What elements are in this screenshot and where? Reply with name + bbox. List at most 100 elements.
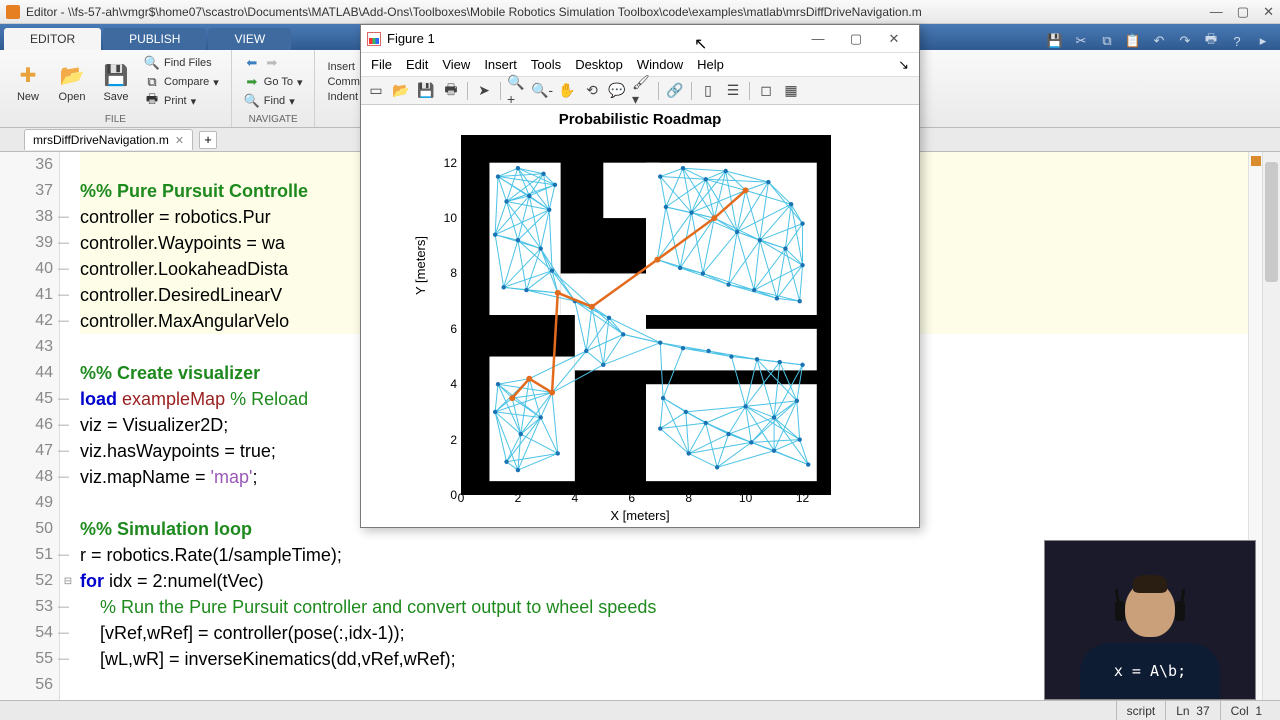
link-icon[interactable]: 🔗 bbox=[664, 80, 686, 102]
line-gutter: 3637383940414243444546474849505152535455… bbox=[0, 152, 60, 700]
colorbar-icon[interactable]: ▯ bbox=[697, 80, 719, 102]
cut-icon[interactable]: ✂ bbox=[1072, 32, 1090, 50]
figure-minimize-button[interactable]: — bbox=[799, 31, 837, 46]
pan-icon[interactable]: ✋ bbox=[556, 80, 578, 102]
legend-icon[interactable]: ☰ bbox=[722, 80, 744, 102]
group-label-navigate: NAVIGATE bbox=[240, 112, 307, 125]
status-bar: script Ln 37 Col 1 bbox=[0, 700, 1280, 720]
help-icon[interactable]: ? bbox=[1228, 32, 1246, 50]
save-button[interactable]: 💾Save bbox=[96, 59, 136, 105]
file-tab-active[interactable]: mrsDiffDriveNavigation.m ✕ bbox=[24, 129, 193, 150]
datatip-icon[interactable]: 💬 bbox=[606, 80, 628, 102]
group-label-file: FILE bbox=[8, 112, 223, 125]
scrollbar-thumb[interactable] bbox=[1265, 162, 1278, 282]
minimize-button[interactable]: — bbox=[1210, 4, 1223, 20]
find-files-icon: 🔍 bbox=[144, 55, 160, 71]
figure-icon bbox=[367, 32, 381, 46]
figure-menu-tools[interactable]: Tools bbox=[531, 57, 561, 72]
tab-editor[interactable]: EDITOR bbox=[4, 28, 101, 50]
file-tab-name: mrsDiffDriveNavigation.m bbox=[33, 133, 169, 147]
toolgroup-navigate: ⬅➡ ➡Go To▾ 🔍Find▾ NAVIGATE bbox=[232, 50, 316, 127]
open-button[interactable]: 📂Open bbox=[52, 59, 92, 105]
hide-tools-icon[interactable]: ◻ bbox=[755, 80, 777, 102]
figure-maximize-button[interactable]: ▢ bbox=[837, 31, 875, 47]
warning-indicator-icon[interactable] bbox=[1251, 156, 1261, 166]
undo-icon[interactable]: ↶ bbox=[1150, 32, 1168, 50]
presenter-head bbox=[1125, 581, 1175, 637]
figure-menu-edit[interactable]: Edit bbox=[406, 57, 428, 72]
more-icon[interactable]: ▸ bbox=[1254, 32, 1272, 50]
copy-icon[interactable]: ⧉ bbox=[1098, 32, 1116, 50]
figure-menu-window[interactable]: Window bbox=[637, 57, 683, 72]
figure-canvas: Probabilistic Roadmap Y [meters] X [mete… bbox=[361, 105, 919, 527]
open-folder-icon: 📂 bbox=[58, 61, 86, 89]
window-title: Editor - \\fs-57-ah\vmgr$\home07\scastro… bbox=[26, 5, 1210, 19]
figure-menu-insert[interactable]: Insert bbox=[484, 57, 517, 72]
figure-menu-help[interactable]: Help bbox=[697, 57, 724, 72]
new-button[interactable]: ✚New bbox=[8, 59, 48, 105]
figure-menu-file[interactable]: File bbox=[371, 57, 392, 72]
new-figure-icon[interactable]: ▭ bbox=[365, 80, 387, 102]
figure-dock-icon[interactable]: ↘ bbox=[898, 57, 909, 73]
y-tick: 6 bbox=[450, 322, 457, 336]
y-tick: 0 bbox=[450, 488, 457, 502]
save-figure-icon[interactable]: 💾 bbox=[415, 80, 437, 102]
new-file-icon: ✚ bbox=[14, 61, 42, 89]
compare-button[interactable]: ⧉Compare▾ bbox=[140, 73, 223, 91]
find-icon: 🔍 bbox=[244, 93, 260, 109]
figure-window: Figure 1 — ▢ ✕ File Edit View Insert Tools De… bbox=[360, 24, 920, 528]
figure-close-button[interactable]: ✕ bbox=[875, 31, 913, 47]
y-tick: 2 bbox=[450, 433, 457, 447]
print-icon[interactable]: 🖶 bbox=[1202, 32, 1220, 50]
print-icon: 🖶 bbox=[144, 93, 160, 109]
save-icon[interactable]: 💾 bbox=[1046, 32, 1064, 50]
quick-access-toolbar: 💾 ✂ ⧉ 📋 ↶ ↷ 🖶 ? ▸ bbox=[1046, 32, 1280, 50]
plot-area bbox=[461, 135, 831, 495]
print-figure-icon[interactable]: 🖶 bbox=[440, 80, 462, 102]
toolgroup-file: ✚New 📂Open 💾Save 🔍Find Files ⧉Compare▾ 🖶… bbox=[0, 50, 232, 127]
status-line: Ln 37 bbox=[1165, 701, 1219, 720]
find-button[interactable]: 🔍Find▾ bbox=[240, 92, 307, 110]
y-axis-label: Y [meters] bbox=[413, 236, 428, 295]
vertical-scrollbar[interactable] bbox=[1262, 152, 1280, 700]
goto-button[interactable]: ➡Go To▾ bbox=[240, 73, 307, 91]
y-tick: 8 bbox=[450, 266, 457, 280]
open-figure-icon[interactable]: 📂 bbox=[390, 80, 412, 102]
paste-icon[interactable]: 📋 bbox=[1124, 32, 1142, 50]
zoom-out-icon[interactable]: 🔍- bbox=[531, 80, 553, 102]
status-col: Col 1 bbox=[1220, 701, 1272, 720]
zoom-in-icon[interactable]: 🔍+ bbox=[506, 80, 528, 102]
goto-icon: ➡ bbox=[244, 74, 260, 90]
arrow-left-icon: ⬅ bbox=[244, 55, 260, 71]
tab-publish[interactable]: PUBLISH bbox=[103, 28, 206, 50]
matlab-doc-icon bbox=[6, 5, 20, 19]
x-axis-label: X [meters] bbox=[361, 508, 919, 523]
brush-icon[interactable]: 🖌▾ bbox=[631, 80, 653, 102]
webcam-overlay: x = A\b; bbox=[1044, 540, 1256, 700]
nav-back-forward[interactable]: ⬅➡ bbox=[240, 54, 307, 72]
print-button[interactable]: 🖶Print▾ bbox=[140, 92, 223, 110]
add-tab-button[interactable]: + bbox=[199, 131, 217, 149]
shirt-equation: x = A\b; bbox=[1114, 662, 1186, 680]
show-tools-icon[interactable]: ▦ bbox=[780, 80, 802, 102]
compare-icon: ⧉ bbox=[144, 74, 160, 90]
figure-menu-view[interactable]: View bbox=[442, 57, 470, 72]
window-titlebar: Editor - \\fs-57-ah\vmgr$\home07\scastro… bbox=[0, 0, 1280, 24]
close-button[interactable]: ✕ bbox=[1263, 4, 1274, 20]
redo-icon[interactable]: ↷ bbox=[1176, 32, 1194, 50]
file-tab-close-icon[interactable]: ✕ bbox=[175, 134, 184, 147]
save-disk-icon: 💾 bbox=[102, 61, 130, 89]
status-filetype: script bbox=[1116, 701, 1166, 720]
figure-menu-desktop[interactable]: Desktop bbox=[575, 57, 623, 72]
figure-titlebar[interactable]: Figure 1 — ▢ ✕ bbox=[361, 25, 919, 53]
rotate-icon[interactable]: ⟲ bbox=[581, 80, 603, 102]
maximize-button[interactable]: ▢ bbox=[1237, 4, 1249, 20]
arrow-right-icon: ➡ bbox=[264, 55, 280, 71]
pointer-icon[interactable]: ➤ bbox=[473, 80, 495, 102]
find-files-button[interactable]: 🔍Find Files bbox=[140, 54, 223, 72]
plot-svg bbox=[461, 135, 831, 495]
y-tick: 10 bbox=[444, 211, 457, 225]
plot-title: Probabilistic Roadmap bbox=[361, 111, 919, 128]
tab-view[interactable]: VIEW bbox=[208, 28, 291, 50]
figure-toolbar: ▭ 📂 💾 🖶 ➤ 🔍+ 🔍- ✋ ⟲ 💬 🖌▾ 🔗 ▯ ☰ ◻ ▦ bbox=[361, 77, 919, 105]
